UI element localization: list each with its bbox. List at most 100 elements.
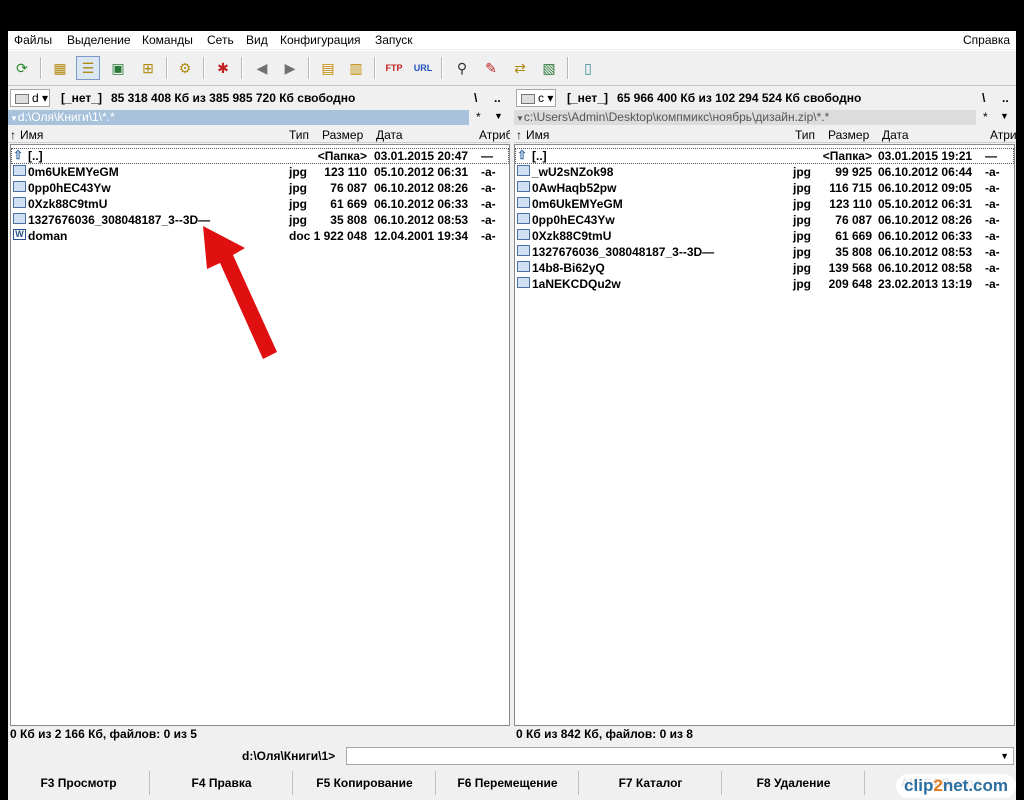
file-size: 35 808 (330, 213, 367, 227)
sync-dirs-icon[interactable]: ⇄ (508, 56, 532, 80)
right-path-text: c:\Users\Admin\Desktop\компмикс\ноябрь\д… (523, 110, 830, 124)
file-date: 12.04.2001 19:34 (374, 229, 469, 243)
thumbnails-icon[interactable]: ▣ (106, 56, 130, 80)
command-line-input[interactable]: ▼ (346, 747, 1014, 765)
menu-net[interactable]: Сеть (207, 33, 234, 47)
file-date: 06.10.2012 06:33 (878, 229, 973, 243)
col-type[interactable]: Тип (289, 128, 309, 142)
file-row[interactable]: 0pp0hEC43Yw jpg 76 087 06.10.2012 08:26 -a- (515, 212, 1014, 228)
file-name: 1327676036_308048187_3--3D— (532, 245, 715, 259)
col-attr[interactable]: Атрибуты (479, 128, 510, 142)
image-file-icon (517, 245, 530, 256)
search-icon[interactable]: ⚲ (450, 56, 474, 80)
forward-icon[interactable]: ▶ (278, 56, 302, 80)
col-size[interactable]: Размер (828, 128, 869, 142)
sort-up-icon: ↑ (516, 128, 522, 142)
menu-files[interactable]: Файлы (14, 33, 52, 47)
col-size[interactable]: Размер (322, 128, 363, 142)
f3-view-button[interactable]: F3 Просмотр (8, 771, 150, 795)
notepad-icon[interactable]: ▯ (576, 56, 600, 80)
f6-move-button[interactable]: F6 Перемещение (437, 771, 579, 795)
file-type: jpg (289, 213, 307, 227)
image-file-icon (517, 261, 530, 272)
right-drive-select[interactable]: c ▾ (516, 89, 556, 107)
file-attr: -a- (985, 181, 1000, 195)
f8-delete-button[interactable]: F8 Удаление (723, 771, 865, 795)
function-key-bar: F3 Просмотр F4 Правка F5 Копирование F6 … (8, 771, 1016, 795)
word-doc-icon: W (13, 229, 26, 240)
right-file-list[interactable]: ⇧ [..] <Папка> 03.01.2015 19:21— _wU2sNZok98… (514, 144, 1015, 726)
f7-mkdir-button[interactable]: F7 Каталог (580, 771, 722, 795)
command-line-path: d:\Оля\Книги\1> (242, 749, 336, 763)
image-file-icon (517, 165, 530, 176)
col-date[interactable]: Дата (376, 128, 403, 142)
right-hotlist-icon[interactable]: ▼ (1000, 111, 1009, 121)
left-hotlist-icon[interactable]: ▼ (494, 111, 503, 121)
image-file-icon (517, 229, 530, 240)
file-row[interactable]: 0pp0hEC43Yw jpg 76 087 06.10.2012 08:26 -a- (11, 180, 509, 196)
image-file-icon (517, 277, 530, 288)
back-icon[interactable]: ◀ (250, 56, 274, 80)
unpack-icon[interactable]: ▥ (344, 56, 368, 80)
file-row[interactable]: 0m6UkEMYeGM jpg 123 110 05.10.2012 06:31 -a- (11, 164, 509, 180)
image-file-icon (13, 181, 26, 192)
left-root-button[interactable]: \ (474, 91, 477, 105)
menu-start[interactable]: Запуск (375, 33, 413, 47)
tree-icon[interactable]: ⊞ (136, 56, 160, 80)
col-attr[interactable]: Атрибуты (990, 128, 1016, 142)
f4-edit-button[interactable]: F4 Правка (151, 771, 293, 795)
left-drive-select[interactable]: d ▾ (10, 89, 50, 107)
file-row[interactable]: 0Xzk88C9tmU jpg 61 669 06.10.2012 06:33 -a- (11, 196, 509, 212)
brief-view-icon[interactable]: ▦ (48, 56, 72, 80)
file-row[interactable]: 14b8-Bi62yQ jpg 139 568 06.10.2012 08:58 -a- (515, 260, 1014, 276)
ftp-connect-icon[interactable]: FTP (382, 56, 406, 80)
file-row[interactable]: 0Xzk88C9tmU jpg 61 669 06.10.2012 06:33 -a- (515, 228, 1014, 244)
multi-rename-icon[interactable]: ✎ (479, 56, 503, 80)
filter-icon[interactable]: ⚙ (173, 56, 197, 80)
file-row[interactable]: 0m6UkEMYeGM jpg 123 110 05.10.2012 06:31 -a- (515, 196, 1014, 212)
detailed-view-icon[interactable]: ☰ (76, 56, 100, 80)
col-type[interactable]: Тип (795, 128, 815, 142)
left-up-button[interactable]: .. (494, 91, 501, 105)
menu-selection[interactable]: Выделение (67, 33, 131, 47)
file-row[interactable]: 1aNEKCDQu2w jpg 209 648 23.02.2013 13:19 -a- (515, 276, 1014, 292)
file-row[interactable]: 0AwHaqb52pw jpg 116 715 06.10.2012 09:05 -a- (515, 180, 1014, 196)
history-dropdown-icon[interactable]: ▼ (514, 114, 524, 123)
menu-commands[interactable]: Команды (142, 33, 193, 47)
chevron-down-icon[interactable]: ▼ (1000, 751, 1009, 761)
up-dir-icon: ⇧ (13, 148, 24, 162)
pack-icon[interactable]: ▤ (316, 56, 340, 80)
file-row[interactable]: _wU2sNZok98 jpg 99 925 06.10.2012 06:44 -a- (515, 164, 1014, 180)
right-up-button[interactable]: .. (1002, 91, 1009, 105)
file-size: 209 648 (828, 277, 872, 291)
file-type: jpg (289, 197, 307, 211)
col-name[interactable]: Имя (20, 128, 43, 142)
compare-icon[interactable]: ▧ (537, 56, 561, 80)
file-size: 61 669 (835, 229, 872, 243)
menu-help[interactable]: Справка (963, 33, 1010, 47)
right-filter-star[interactable]: * (983, 110, 988, 124)
right-path-bar[interactable]: ▼c:\Users\Admin\Desktop\компмикс\ноябрь\… (514, 110, 976, 125)
file-date: 06.10.2012 08:53 (374, 213, 469, 227)
url-icon[interactable]: URL (411, 56, 435, 80)
menu-configuration[interactable]: Конфигурация (280, 33, 361, 47)
f5-copy-button[interactable]: F5 Копирование (294, 771, 436, 795)
history-dropdown-icon[interactable]: ▼ (8, 114, 18, 123)
right-root-button[interactable]: \ (982, 91, 985, 105)
file-date: 03.01.2015 19:21 (878, 149, 973, 163)
parent-dir-row[interactable]: ⇧ [..] <Папка> 03.01.2015 19:21 — (515, 148, 1014, 164)
col-date[interactable]: Дата (882, 128, 909, 142)
file-date: 06.10.2012 08:26 (374, 181, 469, 195)
left-drive-letter: d (32, 91, 39, 105)
wand-icon[interactable]: ✱ (211, 56, 235, 80)
menu-view[interactable]: Вид (246, 33, 268, 47)
parent-dir-row[interactable]: ⇧ [..] <Папка> 03.01.2015 20:47 — (11, 148, 509, 164)
image-file-icon (517, 213, 530, 224)
file-date: 06.10.2012 06:44 (878, 165, 973, 179)
left-filter-star[interactable]: * (476, 110, 481, 124)
file-date: 06.10.2012 08:58 (878, 261, 973, 275)
file-row[interactable]: 1327676036_308048187_3--3D— jpg 35 808 06.1… (515, 244, 1014, 260)
col-name[interactable]: Имя (526, 128, 549, 142)
left-path-bar[interactable]: ▼d:\Оля\Книги\1\*.* (8, 110, 469, 125)
refresh-icon[interactable]: ⟳ (10, 56, 34, 80)
